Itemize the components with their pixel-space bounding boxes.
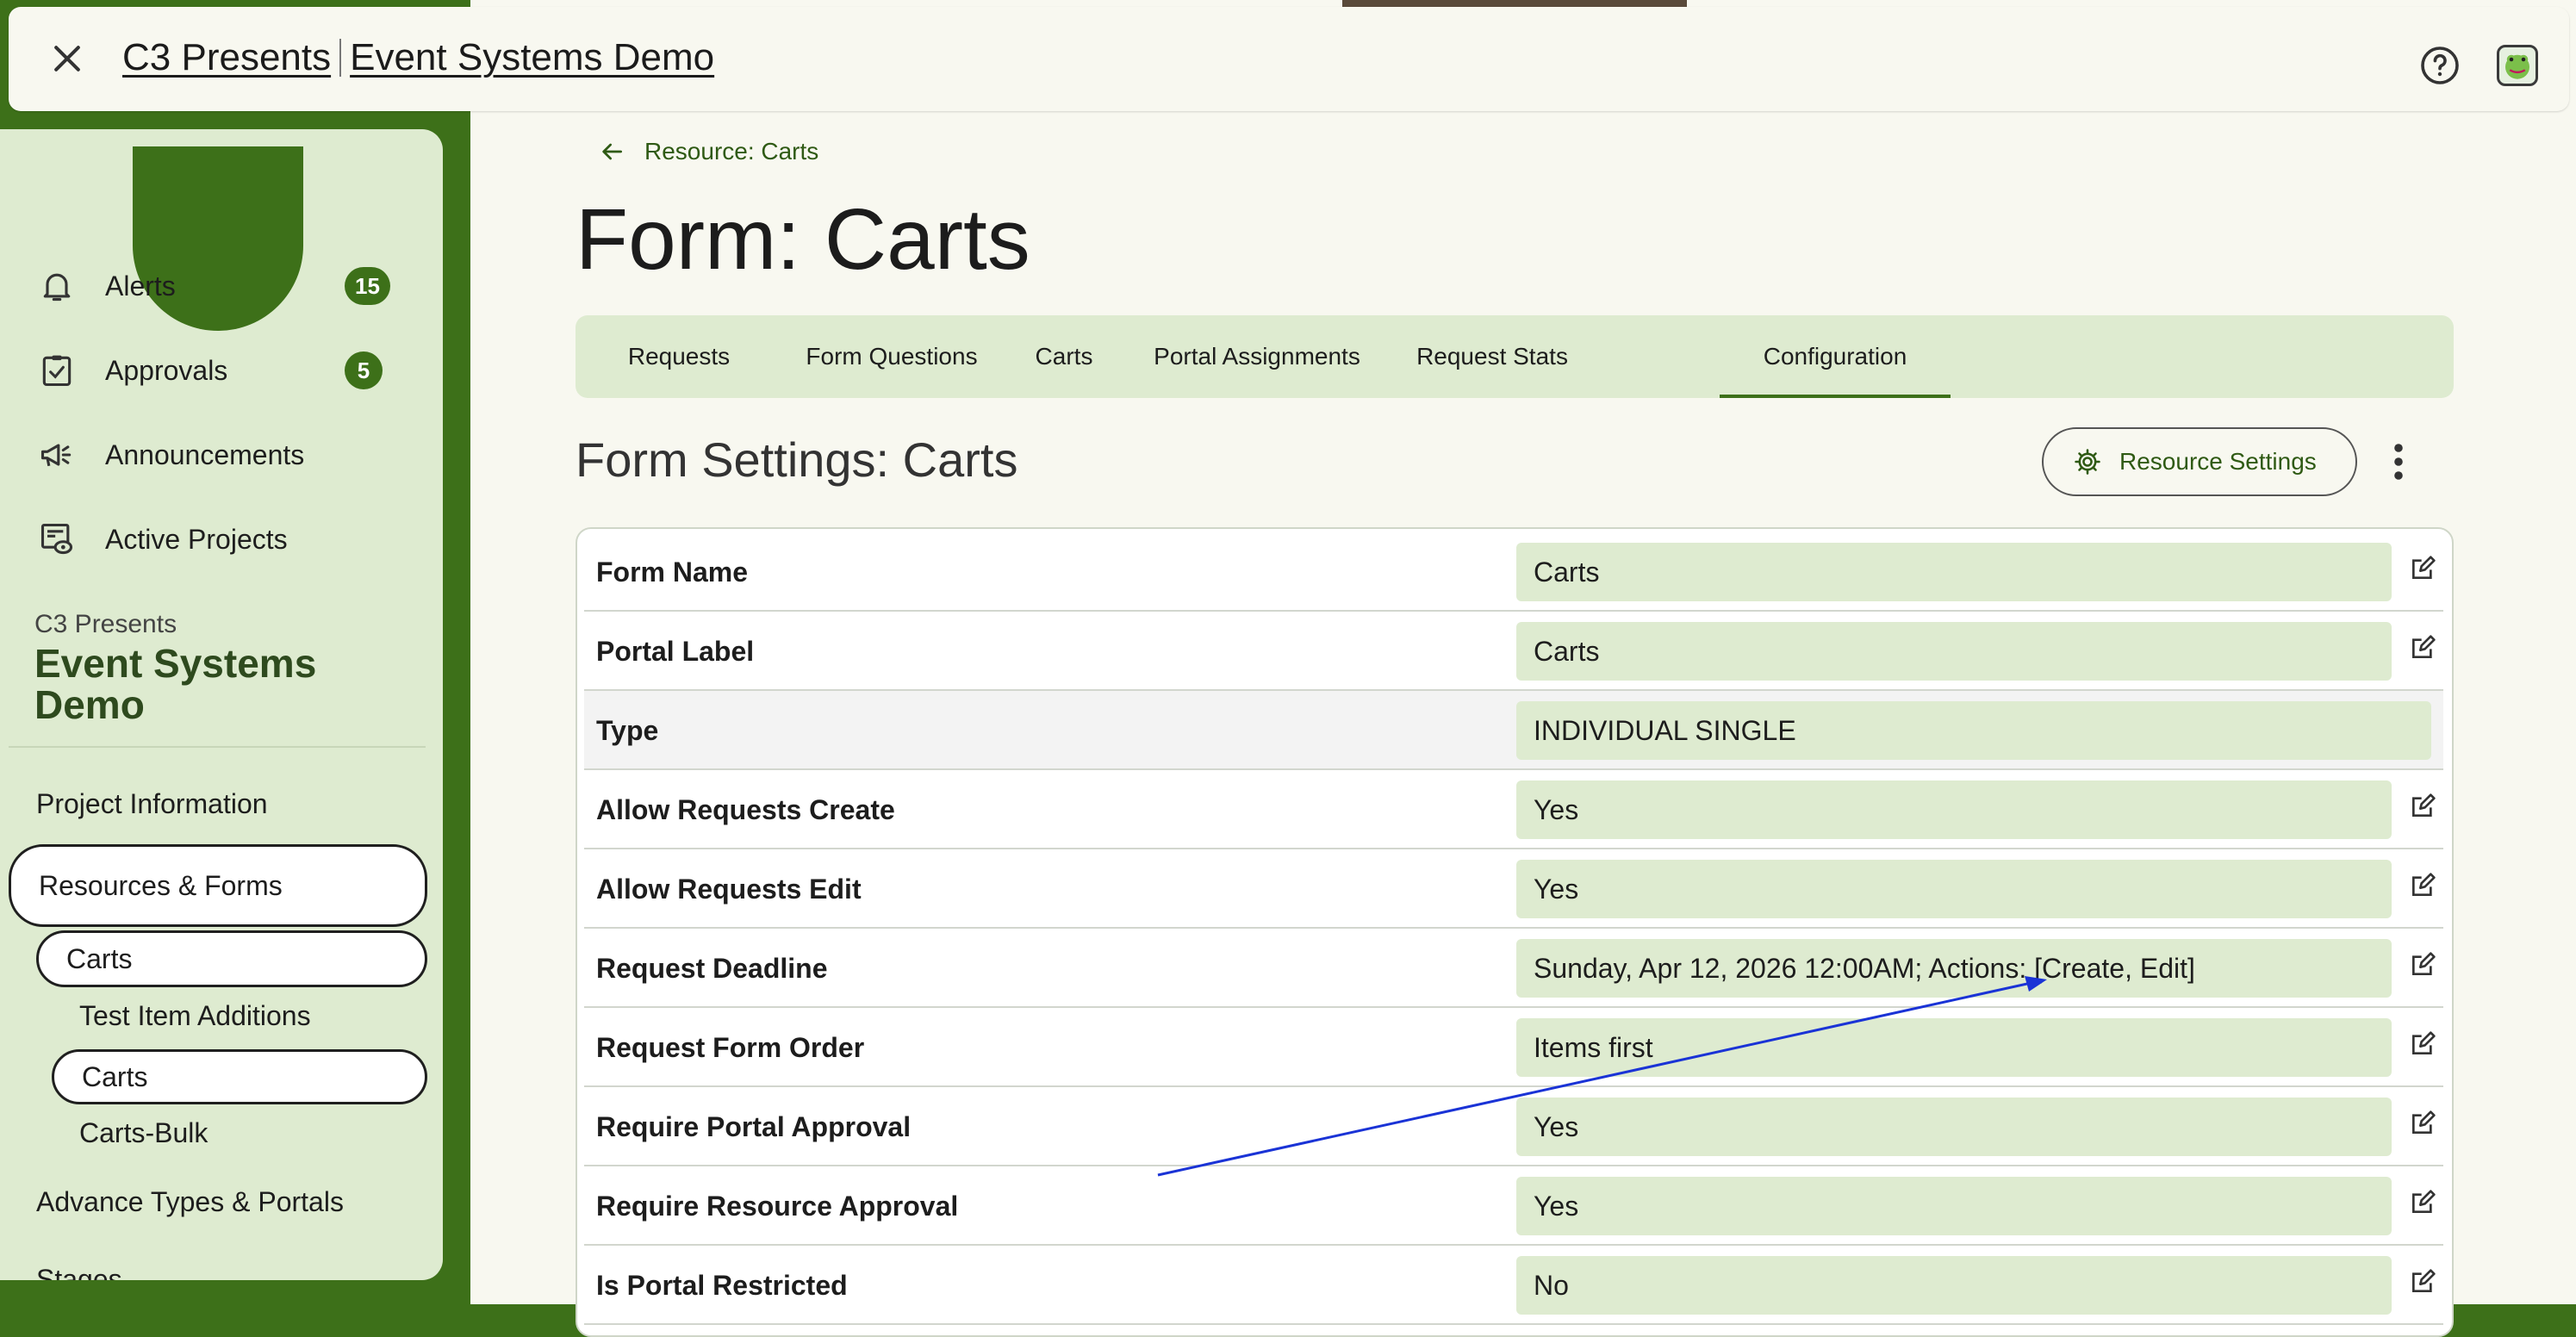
org-link[interactable]: C3 Presents xyxy=(122,36,331,79)
tab-form-questions[interactable]: Form Questions xyxy=(782,315,1001,398)
edit-icon[interactable] xyxy=(2409,1030,2436,1058)
sidebar-item-label: Active Projects xyxy=(105,523,288,555)
sidebar-project-name: Event Systems Demo xyxy=(34,641,317,727)
row-label: Type xyxy=(596,714,659,746)
sidebar-item-announcements[interactable]: Announcements xyxy=(0,420,443,489)
edit-icon[interactable] xyxy=(2409,1189,2436,1216)
row-label: Request Deadline xyxy=(596,952,828,984)
settings-table: Form Name Carts Portal Label Carts Type … xyxy=(576,527,2454,1337)
row-label: Allow Requests Edit xyxy=(596,873,862,905)
edit-icon[interactable] xyxy=(2409,634,2436,662)
sidebar-link-label: Carts xyxy=(66,942,133,974)
tab-request-stats[interactable]: Request Stats xyxy=(1387,315,1597,398)
row-label: Portal Label xyxy=(596,635,755,667)
sidebar-link-advance-types-portals[interactable]: Advance Types & Portals xyxy=(36,1180,344,1223)
row-label: Request Form Order xyxy=(596,1031,865,1063)
bell-icon xyxy=(43,273,71,302)
tab-requests[interactable]: Requests xyxy=(576,315,782,398)
row-value: Items first xyxy=(1516,1018,2392,1077)
row-value: Carts xyxy=(1516,543,2392,601)
sidebar-item-label: Approvals xyxy=(105,354,228,386)
settings-row-portal-label: Portal Label Carts xyxy=(584,612,2443,691)
sidebar-org-name: C3 Presents xyxy=(34,610,177,638)
form-tabs: Requests Form Questions Carts Portal Ass… xyxy=(576,315,2454,398)
row-label: Form Name xyxy=(596,556,749,588)
avatar[interactable] xyxy=(2497,45,2538,86)
row-value: Carts xyxy=(1516,622,2392,681)
alerts-count-badge: 15 xyxy=(345,267,390,305)
settings-row-allow-requests-edit: Allow Requests Edit Yes xyxy=(584,849,2443,929)
approvals-count-badge: 5 xyxy=(345,351,383,389)
edit-icon[interactable] xyxy=(2409,555,2436,582)
megaphone-icon xyxy=(40,444,72,467)
settings-row-is-portal-restricted: Is Portal Restricted No xyxy=(584,1246,2443,1325)
sidebar-link-stages[interactable]: Stages xyxy=(36,1258,122,1281)
row-value: INDIVIDUAL SINGLE xyxy=(1516,701,2431,760)
sidebar-link-label: Carts xyxy=(82,1060,148,1092)
breadcrumb-separator xyxy=(339,39,342,77)
row-value: Yes xyxy=(1516,860,2392,918)
sidebar-item-active-projects[interactable]: Active Projects xyxy=(0,505,443,574)
gear-icon xyxy=(2075,449,2100,475)
back-link-label: Resource: Carts xyxy=(644,138,819,165)
row-value: No xyxy=(1516,1256,2392,1315)
more-options-icon[interactable] xyxy=(2385,441,2412,482)
frog-avatar-icon xyxy=(2505,54,2529,79)
tab-configuration[interactable]: Configuration xyxy=(1720,315,1951,398)
row-label: Require Resource Approval xyxy=(596,1190,959,1222)
help-icon[interactable] xyxy=(2419,45,2461,86)
project-link[interactable]: Event Systems Demo xyxy=(350,36,714,79)
sidebar-item-alerts[interactable]: Alerts 15 xyxy=(0,252,443,320)
sidebar-item-label: Announcements xyxy=(105,438,305,470)
back-to-resource-link[interactable]: Resource: Carts xyxy=(598,138,818,165)
settings-row-require-resource-approval: Require Resource Approval Yes xyxy=(584,1166,2443,1246)
page-title: Form: Carts xyxy=(576,191,1030,288)
row-value: Sunday, Apr 12, 2026 12:00AM; Actions: [… xyxy=(1516,939,2392,998)
sidebar-link-carts-form[interactable]: Carts xyxy=(52,1049,427,1104)
sidebar-item-label: Alerts xyxy=(105,270,176,302)
clipboard-check-icon xyxy=(42,355,72,387)
sidebar-link-carts-resource[interactable]: Carts xyxy=(36,930,427,987)
settings-row-form-name: Form Name Carts xyxy=(584,532,2443,612)
edit-icon[interactable] xyxy=(2409,1268,2436,1296)
row-label: Is Portal Restricted xyxy=(596,1269,848,1301)
settings-row-request-form-order: Request Form Order Items first xyxy=(584,1008,2443,1087)
sidebar-link-carts-bulk[interactable]: Carts-Bulk xyxy=(79,1111,208,1154)
top-breadcrumb: C3 Presents Event Systems Demo xyxy=(122,36,714,79)
sidebar-divider xyxy=(9,746,426,748)
tab-portal-assignments[interactable]: Portal Assignments xyxy=(1127,315,1387,398)
row-value: Yes xyxy=(1516,1177,2392,1235)
settings-row-require-portal-approval: Require Portal Approval Yes xyxy=(584,1087,2443,1166)
resource-settings-label: Resource Settings xyxy=(2119,448,2317,475)
sidebar-link-resources-forms[interactable]: Resources & Forms xyxy=(9,844,427,927)
edit-icon[interactable] xyxy=(2409,793,2436,820)
settings-row-request-deadline: Request Deadline Sunday, Apr 12, 2026 12… xyxy=(584,929,2443,1008)
row-value: Yes xyxy=(1516,780,2392,839)
sidebar-link-project-information[interactable]: Project Information xyxy=(36,782,268,825)
edit-icon[interactable] xyxy=(2409,872,2436,899)
sidebar: Alerts 15 Approvals 5 Announcements Acti… xyxy=(0,129,443,1280)
row-value: Yes xyxy=(1516,1098,2392,1156)
sidebar-link-label: Resources & Forms xyxy=(39,869,283,901)
settings-row-allow-requests-create: Allow Requests Create Yes xyxy=(584,770,2443,849)
sidebar-link-test-item-additions[interactable]: Test Item Additions xyxy=(79,994,311,1037)
sidebar-item-approvals[interactable]: Approvals 5 xyxy=(0,336,443,405)
settings-row-type: Type INDIVIDUAL SINGLE xyxy=(584,691,2443,770)
row-label: Require Portal Approval xyxy=(596,1110,912,1142)
tab-carts[interactable]: Carts xyxy=(1001,315,1127,398)
edit-icon[interactable] xyxy=(2409,951,2436,979)
resource-settings-button[interactable]: Resource Settings xyxy=(2042,427,2357,496)
close-icon[interactable] xyxy=(48,40,86,78)
top-bar: C3 Presents Event Systems Demo xyxy=(9,7,2569,111)
edit-icon[interactable] xyxy=(2409,1110,2436,1137)
arrow-left-icon xyxy=(602,143,622,160)
project-eye-icon xyxy=(40,523,73,555)
row-label: Allow Requests Create xyxy=(596,793,895,825)
section-title: Form Settings: Carts xyxy=(576,432,1018,487)
